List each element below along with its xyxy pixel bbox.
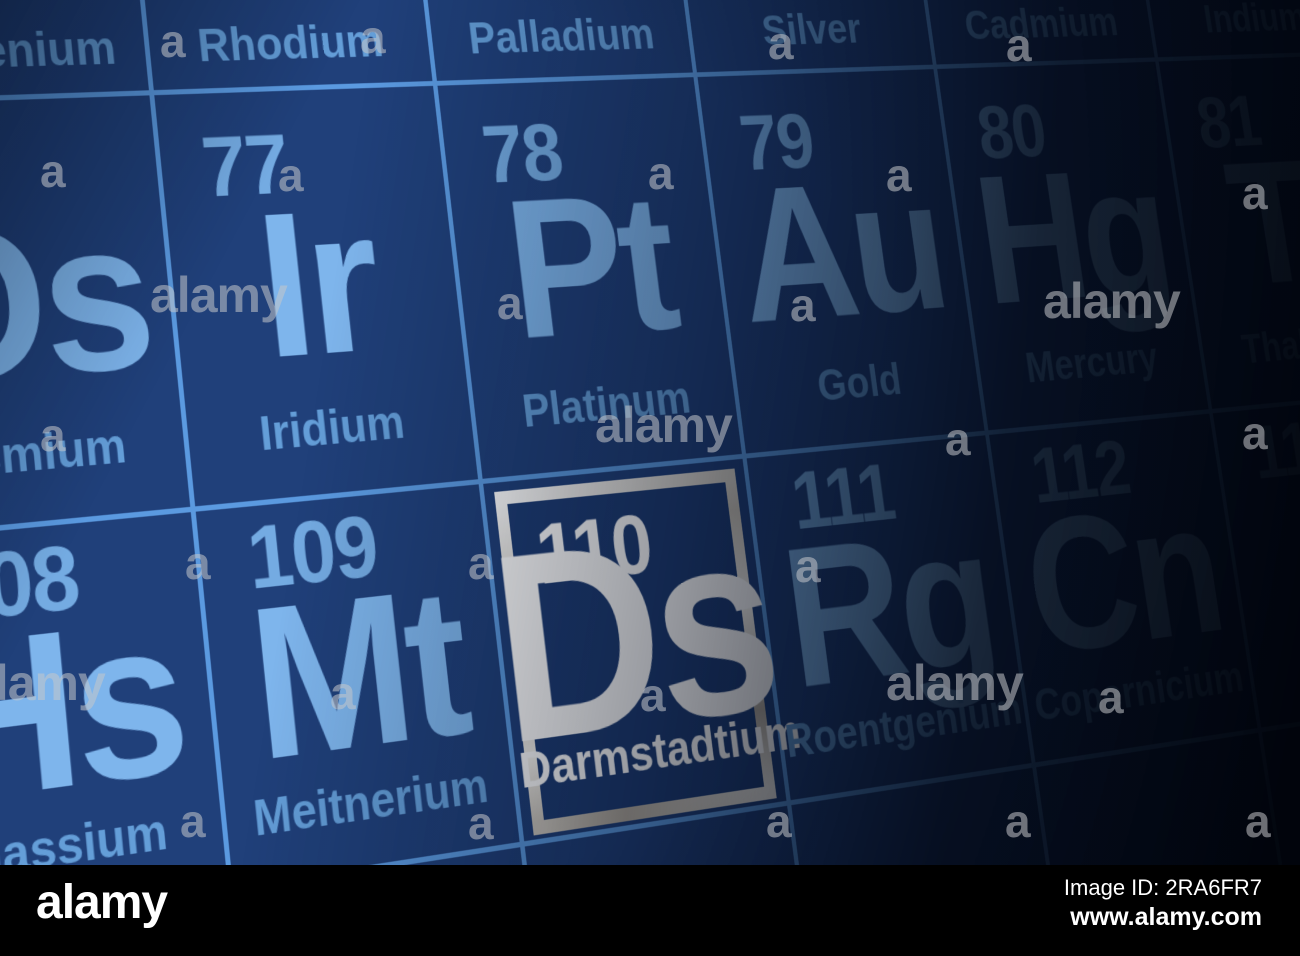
element-symbol: Pt <box>495 154 684 382</box>
element-symbol: Cn <box>1013 464 1232 696</box>
element-symbol: Os <box>0 178 159 433</box>
image-id-text: Image ID: 2RA6FR7 <box>1064 875 1262 901</box>
element-cell-ds: 110 Ds Darmstadtium <box>479 453 804 847</box>
image-id-value: 2RA6FR7 <box>1165 875 1262 900</box>
element-symbol: Rg <box>772 488 1005 731</box>
element-cell-pt: 78 Pt Platinum <box>436 72 747 484</box>
element-cell-rg: 111 Rg Roentgenium <box>746 430 1037 806</box>
periodic-table: Ruthenium Rhodium Palladium Silver Cadmium In… <box>0 0 1300 956</box>
element-name: Palladium <box>465 8 657 64</box>
element-symbol: Au <box>725 142 956 363</box>
alamy-logo: alamy <box>36 876 168 929</box>
image-credit-block: Image ID: 2RA6FR7 www.alamy.com <box>1064 875 1262 934</box>
atomic-number: 113 <box>1246 402 1300 496</box>
element-name: Cadmium <box>961 0 1121 49</box>
image-id-label: Image ID: <box>1063 875 1160 900</box>
alamy-url: www.alamy.com <box>1070 903 1262 932</box>
element-cell-ir: 77 Ir Iridium <box>153 80 484 512</box>
element-symbol: Tl <box>1216 123 1300 324</box>
element-name: Platinum <box>519 371 694 438</box>
element-name: Thallium <box>1238 315 1300 373</box>
element-cell-rhodium: Rhodium <box>129 0 438 96</box>
stock-photo-canvas: Ruthenium Rhodium Palladium Silver Cadmium In… <box>0 0 1300 956</box>
element-name: Iridium <box>257 394 407 461</box>
element-symbol: Ir <box>248 167 387 402</box>
element-symbol: Mt <box>240 544 476 807</box>
element-name: Silver <box>759 4 864 55</box>
element-cell-mt: 109 Mt Meitnerium <box>195 478 525 892</box>
alamy-footer-bar: alamy Image ID: 2RA6FR7 www.alamy.com <box>0 865 1300 956</box>
element-name: Indium <box>1200 0 1300 42</box>
element-name: Rhodium <box>195 14 386 72</box>
highlight-frame: 110 Ds Darmstadtium <box>479 468 804 836</box>
element-symbol: Hg <box>964 131 1180 344</box>
